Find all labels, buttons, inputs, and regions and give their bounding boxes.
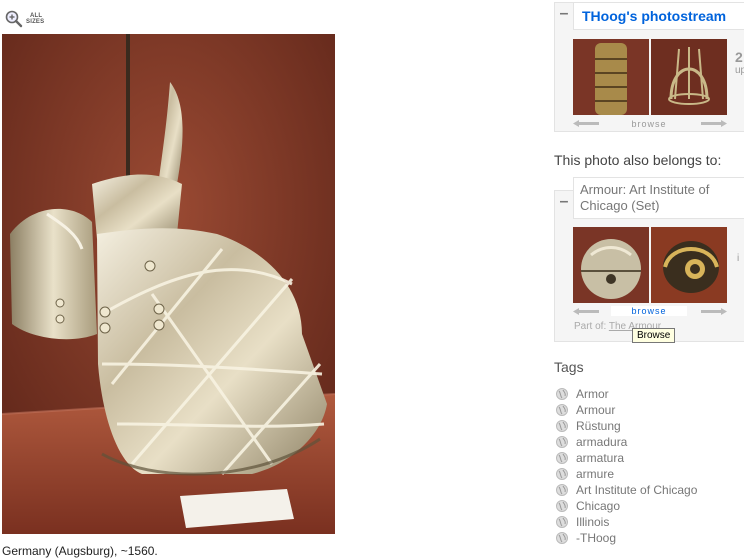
- set-header: Armour: Art Institute of Chicago (Set): [573, 177, 744, 219]
- tag-label: Art Institute of Chicago: [576, 482, 698, 497]
- side-count-fragment: 2: [735, 49, 743, 65]
- tag-label: Rüstung: [576, 418, 621, 433]
- collapse-button[interactable]: –: [555, 3, 573, 27]
- magnifier-plus-icon: [5, 10, 23, 28]
- photostream-title-link[interactable]: THoog's photostream: [582, 8, 726, 24]
- thumbnail-image: [573, 227, 649, 303]
- tag-item[interactable]: Chicago: [556, 498, 620, 514]
- tag-label: Armour: [576, 402, 616, 417]
- tags-heading: Tags: [554, 359, 584, 375]
- set-thumb-1[interactable]: [573, 227, 649, 303]
- tag-label: armatura: [576, 450, 625, 465]
- set-thumb-2[interactable]: [651, 227, 727, 303]
- tag-label: armure: [576, 466, 615, 481]
- tag-item[interactable]: Armour: [556, 402, 615, 418]
- photostream-thumb-1[interactable]: [573, 39, 649, 115]
- all-sizes-button[interactable]: ALL SIZES: [4, 9, 50, 31]
- tag-item[interactable]: armatura: [556, 450, 624, 466]
- set-box: – Armour: Art Institute of Chicago (Set)…: [554, 177, 744, 342]
- thumbnail-image: [573, 39, 649, 115]
- photostream-header: THoog's photostream: [573, 3, 744, 30]
- prev-arrow-icon[interactable]: [573, 308, 599, 315]
- next-arrow-icon[interactable]: [701, 308, 727, 315]
- tag-item[interactable]: Armor: [556, 386, 609, 402]
- side-label-fragment: up: [735, 65, 744, 76]
- browse-link[interactable]: browse: [611, 119, 687, 129]
- globe-icon: [556, 515, 568, 528]
- tag-item[interactable]: -THoog: [556, 530, 616, 546]
- side-fragment: i: [737, 253, 740, 264]
- globe-icon: [556, 531, 568, 544]
- tag-label: -THoog: [576, 530, 617, 545]
- tag-item[interactable]: armadura: [556, 434, 627, 450]
- globe-icon: [556, 435, 568, 448]
- photostream-thumb-2[interactable]: [651, 39, 727, 115]
- next-arrow-icon[interactable]: [701, 120, 727, 127]
- globe-icon: [556, 467, 568, 480]
- collapse-button[interactable]: –: [555, 191, 573, 215]
- globe-icon: [556, 403, 568, 416]
- globe-icon: [556, 419, 568, 432]
- prev-arrow-icon[interactable]: [573, 120, 599, 127]
- set-title-link[interactable]: Armour: Art Institute of Chicago (Set): [580, 182, 742, 214]
- tag-label: Chicago: [576, 498, 621, 513]
- tag-label: Armor: [576, 386, 609, 401]
- tag-label: Illinois: [576, 514, 610, 529]
- browse-tooltip: Browse: [632, 328, 676, 343]
- tag-item[interactable]: Art Institute of Chicago: [556, 482, 697, 498]
- thumbnail-image: [651, 227, 727, 303]
- tag-item[interactable]: Rüstung: [556, 418, 621, 434]
- all-sizes-label: ALL SIZES: [26, 13, 45, 25]
- tag-item[interactable]: Illinois: [556, 514, 609, 530]
- main-photo[interactable]: [2, 34, 335, 534]
- globe-icon: [556, 499, 568, 512]
- tag-item[interactable]: armure: [556, 466, 614, 482]
- photo-caption: Germany (Augsburg), ~1560.: [2, 544, 158, 558]
- globe-icon: [556, 483, 568, 496]
- globe-icon: [556, 451, 568, 464]
- globe-icon: [556, 387, 568, 400]
- part-of-label: Part of:: [574, 321, 607, 332]
- photostream-box: – THoog's photostream 2 up browse: [554, 2, 744, 132]
- armor-photo-image: [2, 34, 335, 534]
- tag-label: armadura: [576, 434, 628, 449]
- thumbnail-image: [651, 39, 727, 115]
- browse-link[interactable]: browse: [611, 306, 687, 316]
- also-belongs-heading: This photo also belongs to:: [554, 152, 722, 168]
